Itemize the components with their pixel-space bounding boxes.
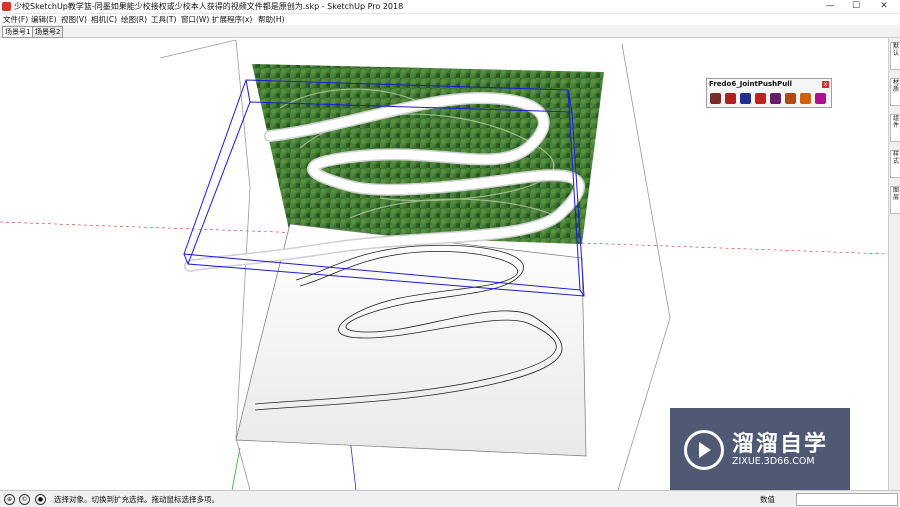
green-axis bbox=[231, 447, 241, 490]
sketchup-app-icon bbox=[2, 2, 11, 11]
follow-pushpull-tool-icon[interactable] bbox=[785, 93, 796, 104]
menu-edit[interactable]: 编辑(E) bbox=[31, 14, 57, 25]
menu-help[interactable]: 帮助(H) bbox=[258, 14, 285, 25]
menu-extensions[interactable]: 扩展程序(x) bbox=[212, 14, 252, 25]
status-bar: ⊕ © ● 选择对象。切换到扩充选择。拖动鼠标选择多项。 数值 bbox=[0, 490, 900, 507]
menu-camera[interactable]: 相机(C) bbox=[91, 14, 117, 25]
play-logo-icon bbox=[684, 430, 724, 470]
minimize-button[interactable]: — bbox=[819, 0, 841, 13]
menu-tools[interactable]: 工具(T) bbox=[151, 14, 176, 25]
credits-icon[interactable]: © bbox=[19, 494, 30, 505]
tray-tab-layers[interactable]: 图层 bbox=[890, 186, 900, 214]
close-button[interactable]: ✕ bbox=[873, 0, 895, 13]
watermark-url: ZIXUE.3D66.COM bbox=[732, 456, 815, 467]
measurements-input[interactable] bbox=[796, 493, 898, 506]
menu-bar: 文件(F) 编辑(E) 视图(V) 相机(C) 绘图(R) 工具(T) 窗口(W… bbox=[0, 14, 900, 25]
menu-view[interactable]: 视图(V) bbox=[61, 14, 87, 25]
tray-tab-styles[interactable]: 样式 bbox=[890, 150, 900, 178]
menu-draw[interactable]: 绘图(R) bbox=[121, 14, 147, 25]
toolbar-close-icon[interactable]: x bbox=[822, 81, 829, 88]
tray-tab-components[interactable]: 组件 bbox=[890, 114, 900, 142]
watermark: 溜溜自学 ZIXUE.3D66.COM bbox=[670, 408, 850, 492]
blue-axis bbox=[349, 437, 357, 490]
tray-tab-materials[interactable]: 材质 bbox=[890, 78, 900, 106]
default-tray: 默认 材质 组件 样式 图层 bbox=[888, 38, 900, 490]
scene-tab-1[interactable]: 场景号1 bbox=[2, 26, 34, 38]
user-icon[interactable]: ● bbox=[35, 494, 46, 505]
maximize-button[interactable]: ☐ bbox=[845, 0, 867, 13]
watermark-title: 溜溜自学 bbox=[732, 432, 829, 457]
tray-tab-default[interactable]: 默认 bbox=[890, 42, 900, 70]
undo-redo-tool-icon[interactable] bbox=[755, 93, 766, 104]
jointpushpull-toolbar: Fredo6_JointPushPull x bbox=[706, 78, 832, 108]
menu-file[interactable]: 文件(F) bbox=[3, 14, 28, 25]
thicken-tool-icon[interactable] bbox=[800, 93, 811, 104]
title-bar: 少校SketchUp教学篮-同墨如果能少校接权或少校本人获得的视频文件都是原创为… bbox=[0, 0, 900, 14]
measurements-label: 数值 bbox=[760, 495, 775, 504]
menu-window[interactable]: 窗口(W) bbox=[181, 14, 209, 25]
joint-pushpull-tool-icon[interactable] bbox=[710, 93, 721, 104]
window-title: 少校SketchUp教学篮-同墨如果能少校接权或少校本人获得的视频文件都是原创为… bbox=[14, 2, 404, 11]
extrude-tool-icon[interactable] bbox=[770, 93, 781, 104]
toolbar-title: Fredo6_JointPushPull bbox=[709, 80, 793, 88]
scene-tab-2[interactable]: 场景号2 bbox=[32, 26, 64, 38]
geo-location-icon[interactable]: ⊕ bbox=[4, 494, 15, 505]
scene-tabs: 场景号1 场景号2 bbox=[0, 25, 900, 38]
normal-pushpull-tool-icon[interactable] bbox=[740, 93, 751, 104]
help-tool-icon[interactable] bbox=[815, 93, 826, 104]
status-message: 选择对象。切换到扩充选择。拖动鼠标选择多项。 bbox=[54, 495, 219, 504]
vector-pushpull-tool-icon[interactable] bbox=[725, 93, 736, 104]
